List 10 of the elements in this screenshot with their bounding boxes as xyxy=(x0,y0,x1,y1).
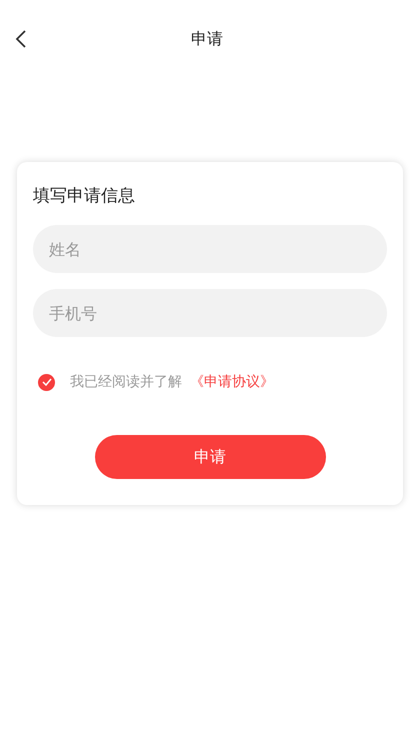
agreement-link[interactable]: 《申请协议》 xyxy=(190,373,274,391)
input-field[interactable]: 手机号 xyxy=(33,289,387,337)
form-heading: 填写申请信息 xyxy=(33,185,136,207)
page-title: 申请 xyxy=(191,28,223,50)
agreement-text: 我已经阅读并了解 xyxy=(70,373,182,391)
apply-button[interactable]: 申请 xyxy=(94,435,326,479)
checkbox[interactable] xyxy=(38,374,55,390)
check-icon xyxy=(42,378,52,386)
input-field[interactable]: 姓名 xyxy=(33,225,387,273)
back-icon[interactable] xyxy=(14,29,28,49)
